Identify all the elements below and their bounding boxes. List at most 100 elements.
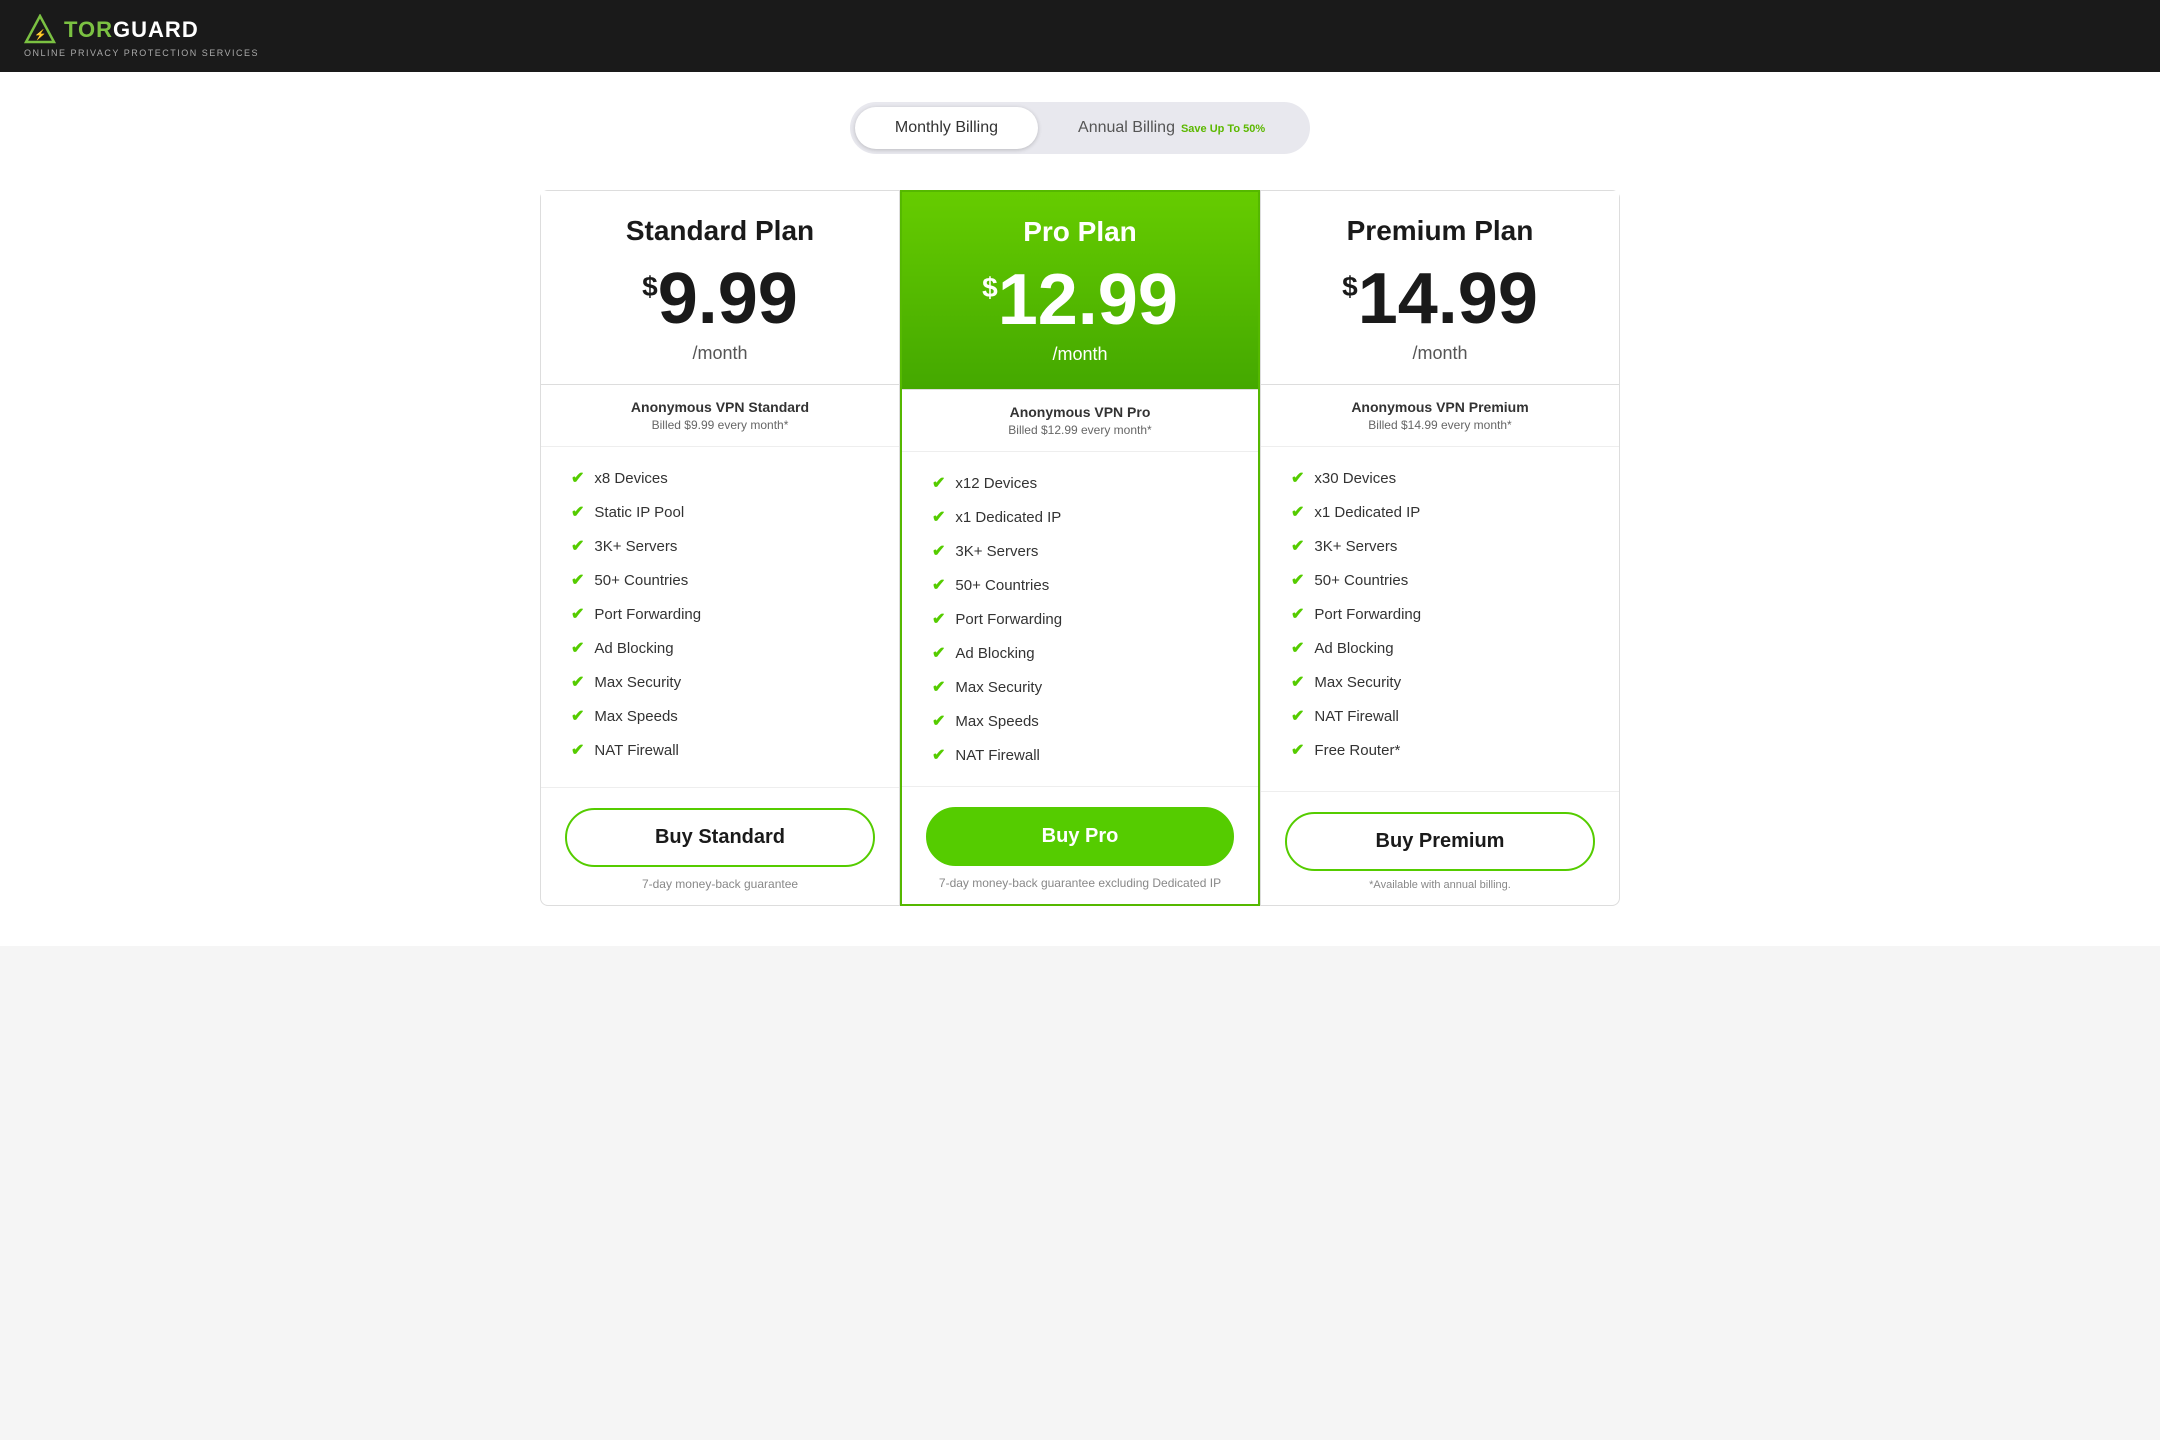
list-item: ✔Port Forwarding	[932, 602, 1228, 636]
list-item: ✔x12 Devices	[932, 466, 1228, 500]
list-item: ✔Max Speeds	[932, 704, 1228, 738]
check-icon: ✔	[571, 502, 584, 522]
buy-pro-button[interactable]: Buy Pro	[926, 807, 1234, 866]
pro-plan-header: Pro Plan $ 12.99 /month	[902, 192, 1258, 389]
check-icon: ✔	[932, 711, 945, 731]
premium-plan-header: Premium Plan $ 14.99 /month	[1261, 191, 1619, 384]
list-item: ✔x1 Dedicated IP	[932, 500, 1228, 534]
check-icon: ✔	[1291, 604, 1304, 624]
standard-guarantee: 7-day money-back guarantee	[565, 877, 875, 891]
check-icon: ✔	[571, 706, 584, 726]
check-icon: ✔	[571, 740, 584, 760]
check-icon: ✔	[932, 745, 945, 765]
premium-plan-card: Premium Plan $ 14.99 /month Anonymous VP…	[1260, 190, 1620, 906]
premium-billing-desc: Billed $14.99 every month*	[1281, 418, 1599, 432]
pro-period: /month	[922, 344, 1238, 365]
list-item: ✔Static IP Pool	[571, 495, 869, 529]
check-icon: ✔	[1291, 672, 1304, 692]
check-icon: ✔	[1291, 570, 1304, 590]
list-item: ✔Port Forwarding	[1291, 597, 1589, 631]
list-item: ✔Ad Blocking	[571, 631, 869, 665]
premium-features: ✔x30 Devices ✔x1 Dedicated IP ✔3K+ Serve…	[1261, 446, 1619, 791]
list-item: ✔Ad Blocking	[932, 636, 1228, 670]
list-item: ✔Free Router*	[1291, 733, 1589, 767]
premium-billing-title: Anonymous VPN Premium	[1281, 399, 1599, 415]
logo-text: TORGUARD	[64, 17, 199, 43]
pro-features: ✔x12 Devices ✔x1 Dedicated IP ✔3K+ Serve…	[902, 451, 1258, 786]
standard-plan-header: Standard Plan $ 9.99 /month	[541, 191, 899, 384]
list-item: ✔NAT Firewall	[1291, 699, 1589, 733]
buy-standard-button[interactable]: Buy Standard	[565, 808, 875, 867]
premium-cta: Buy Premium *Available with annual billi…	[1261, 791, 1619, 905]
pro-price-row: $ 12.99	[922, 264, 1238, 336]
premium-amount: 14.99	[1358, 263, 1538, 335]
check-icon: ✔	[571, 604, 584, 624]
list-item: ✔Max Security	[1291, 665, 1589, 699]
check-icon: ✔	[932, 473, 945, 493]
premium-currency: $	[1342, 271, 1358, 303]
premium-period: /month	[1281, 343, 1599, 364]
annual-billing-button[interactable]: Annual Billing Save Up To 50%	[1038, 107, 1305, 149]
pro-guarantee: 7-day money-back guarantee excluding Ded…	[926, 876, 1234, 890]
check-icon: ✔	[571, 672, 584, 692]
list-item: ✔Max Security	[571, 665, 869, 699]
list-item: ✔Max Speeds	[571, 699, 869, 733]
check-icon: ✔	[932, 609, 945, 629]
check-icon: ✔	[1291, 502, 1304, 522]
standard-price-row: $ 9.99	[561, 263, 879, 335]
pro-billing-title: Anonymous VPN Pro	[922, 404, 1238, 420]
premium-price-row: $ 14.99	[1281, 263, 1599, 335]
site-header: ⚡ TORGUARD ONLINE PRIVACY PROTECTION SER…	[0, 0, 2160, 72]
svg-text:⚡: ⚡	[34, 28, 46, 41]
check-icon: ✔	[571, 468, 584, 488]
check-icon: ✔	[1291, 468, 1304, 488]
list-item: ✔50+ Countries	[571, 563, 869, 597]
standard-plan-card: Standard Plan $ 9.99 /month Anonymous VP…	[540, 190, 900, 906]
check-icon: ✔	[932, 507, 945, 527]
standard-billing-title: Anonymous VPN Standard	[561, 399, 879, 415]
billing-toggle-wrapper: Monthly Billing Annual Billing Save Up To…	[20, 102, 2140, 154]
premium-annual-note: *Available with annual billing.	[1285, 879, 1595, 891]
pro-cta: Buy Pro 7-day money-back guarantee exclu…	[902, 786, 1258, 904]
standard-billing-desc: Billed $9.99 every month*	[561, 418, 879, 432]
check-icon: ✔	[571, 638, 584, 658]
annual-billing-label: Annual Billing	[1078, 119, 1175, 136]
list-item: ✔3K+ Servers	[1291, 529, 1589, 563]
check-icon: ✔	[571, 536, 584, 556]
buy-premium-button[interactable]: Buy Premium	[1285, 812, 1595, 871]
list-item: ✔3K+ Servers	[571, 529, 869, 563]
standard-billing-info: Anonymous VPN Standard Billed $9.99 ever…	[541, 384, 899, 446]
list-item: ✔50+ Countries	[932, 568, 1228, 602]
pro-amount: 12.99	[998, 264, 1178, 336]
torguard-logo-icon: ⚡	[24, 14, 56, 46]
save-badge: Save Up To 50%	[1181, 123, 1265, 135]
list-item: ✔NAT Firewall	[932, 738, 1228, 772]
premium-plan-name: Premium Plan	[1281, 215, 1599, 247]
list-item: ✔x30 Devices	[1291, 461, 1589, 495]
standard-period: /month	[561, 343, 879, 364]
standard-features: ✔x8 Devices ✔Static IP Pool ✔3K+ Servers…	[541, 446, 899, 787]
pro-billing-desc: Billed $12.99 every month*	[922, 423, 1238, 437]
list-item: ✔Port Forwarding	[571, 597, 869, 631]
list-item: ✔NAT Firewall	[571, 733, 869, 767]
monthly-billing-button[interactable]: Monthly Billing	[855, 107, 1038, 149]
pro-plan-card: Pro Plan $ 12.99 /month Anonymous VPN Pr…	[900, 190, 1260, 906]
standard-plan-name: Standard Plan	[561, 215, 879, 247]
check-icon: ✔	[1291, 638, 1304, 658]
list-item: ✔x8 Devices	[571, 461, 869, 495]
list-item: ✔Max Security	[932, 670, 1228, 704]
billing-toggle: Monthly Billing Annual Billing Save Up To…	[850, 102, 1310, 154]
check-icon: ✔	[932, 677, 945, 697]
check-icon: ✔	[1291, 706, 1304, 726]
standard-cta: Buy Standard 7-day money-back guarantee	[541, 787, 899, 905]
logo: ⚡ TORGUARD ONLINE PRIVACY PROTECTION SER…	[24, 14, 259, 58]
check-icon: ✔	[571, 570, 584, 590]
pro-plan-name: Pro Plan	[922, 216, 1238, 248]
check-icon: ✔	[932, 541, 945, 561]
standard-amount: 9.99	[658, 263, 798, 335]
list-item: ✔x1 Dedicated IP	[1291, 495, 1589, 529]
list-item: ✔50+ Countries	[1291, 563, 1589, 597]
pro-billing-info: Anonymous VPN Pro Billed $12.99 every mo…	[902, 389, 1258, 451]
pro-currency: $	[982, 272, 998, 304]
standard-currency: $	[642, 271, 658, 303]
